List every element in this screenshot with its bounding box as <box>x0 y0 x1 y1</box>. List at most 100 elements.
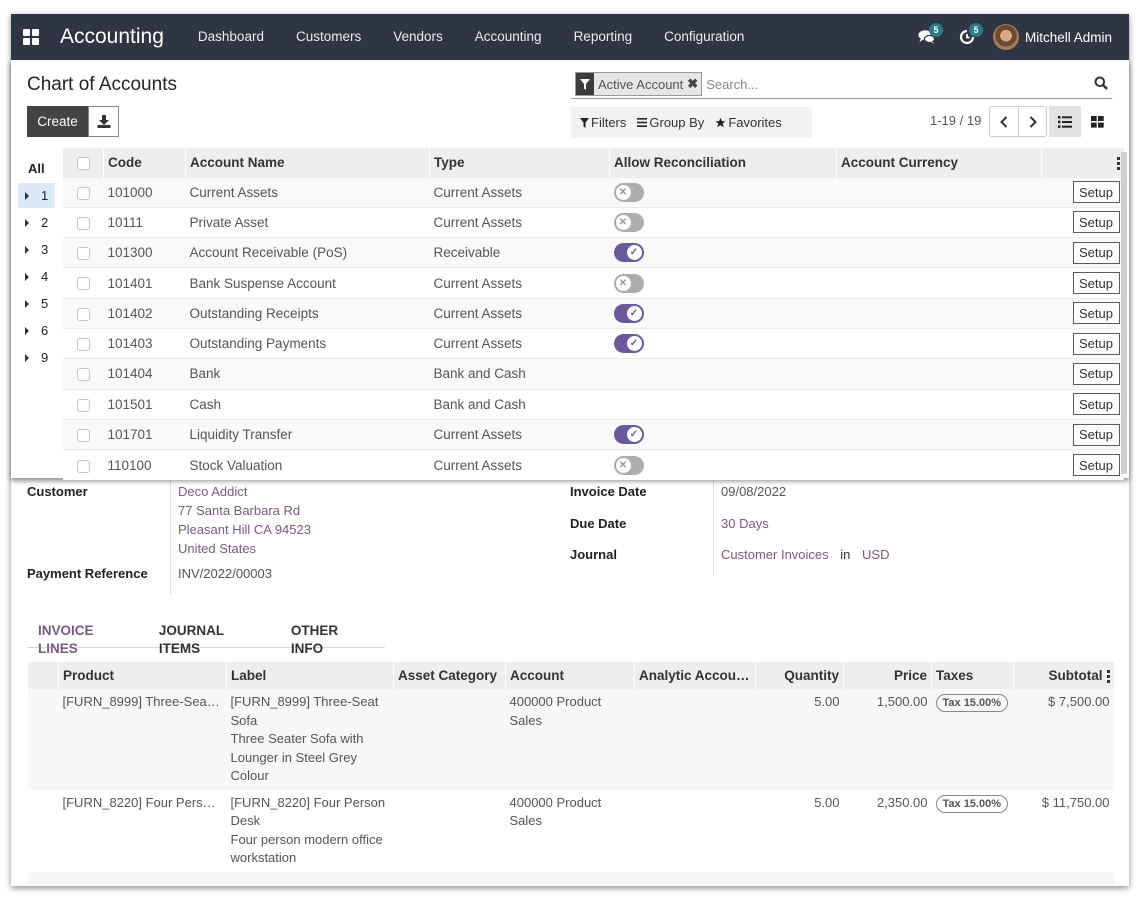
reconcile-toggle[interactable]: ✕ <box>613 455 644 475</box>
invoice-line-row[interactable]: [FURN_8999] Three-Seat ... [FURN_8999] Th… <box>27 689 1114 790</box>
account-row[interactable]: 101402 Outstanding Receipts Current Assets… <box>62 297 1124 329</box>
setup-button[interactable]: Setup <box>1072 423 1120 446</box>
setup-button[interactable]: Setup <box>1072 362 1120 385</box>
invoice-date-value[interactable]: 09/08/2022 <box>721 484 786 499</box>
filter-icon <box>580 117 589 128</box>
pager-value[interactable]: 1-19 / 19 <box>930 113 981 128</box>
tab-journal-items[interactable]: JOURNAL ITEMS <box>148 622 280 656</box>
favorites-dropdown[interactable]: Favorites <box>715 115 782 130</box>
customer-name-link[interactable]: Deco Addict <box>178 482 311 501</box>
row-checkbox[interactable] <box>76 307 90 321</box>
row-checkbox[interactable] <box>76 216 90 230</box>
remove-facet-icon[interactable]: ✖ <box>687 73 701 95</box>
customer-field[interactable]: Deco Addict 77 Santa Barbara Rd Pleasant… <box>178 482 311 558</box>
row-checkbox[interactable] <box>76 277 90 291</box>
journal-link[interactable]: Customer Invoices <box>721 547 829 562</box>
account-row[interactable]: 101404 Bank Bank and Cash Setup <box>62 358 1124 390</box>
row-checkbox[interactable] <box>76 459 90 473</box>
menu-vendors[interactable]: Vendors <box>377 14 459 60</box>
pager-next-button[interactable] <box>1018 107 1046 136</box>
setup-button[interactable]: Setup <box>1072 241 1120 264</box>
apps-menu-button[interactable] <box>13 14 49 60</box>
side-panel-group-2[interactable]: 2 <box>18 210 55 235</box>
row-checkbox[interactable] <box>76 247 90 261</box>
export-button[interactable] <box>88 106 119 137</box>
search-icon[interactable] <box>1094 76 1108 93</box>
reconcile-toggle[interactable]: ✕ <box>613 273 644 293</box>
tab-other-info[interactable]: OTHER INFO <box>280 622 385 656</box>
search-input[interactable] <box>706 76 1007 92</box>
column-account-name[interactable]: Account Name <box>185 148 430 177</box>
account-row[interactable]: 101501 Cash Bank and Cash Setup <box>62 388 1124 420</box>
group-by-dropdown[interactable]: Group By <box>637 115 704 130</box>
reconcile-toggle[interactable]: ✕ <box>613 212 644 232</box>
invoice-line-row[interactable]: [FURN_8220] Four Person... [FURN_8220] Fo… <box>27 789 1114 872</box>
messaging-button[interactable]: 5 <box>907 14 947 60</box>
create-button[interactable]: Create <box>27 106 88 137</box>
setup-button[interactable]: Setup <box>1072 393 1120 416</box>
account-row[interactable]: 10111 Private Asset Current Assets ✕ Setup <box>62 206 1124 238</box>
row-checkbox[interactable] <box>76 338 90 352</box>
group-label: 2 <box>41 215 49 230</box>
side-panel-group-9[interactable]: 9 <box>18 345 55 370</box>
side-panel-all[interactable]: All <box>28 161 45 176</box>
journal-label: Journal <box>570 547 617 562</box>
account-row[interactable]: 101701 Liquidity Transfer Current Assets ✓ S… <box>62 418 1124 450</box>
menu-accounting[interactable]: Accounting <box>459 14 558 60</box>
setup-button[interactable]: Setup <box>1072 332 1120 355</box>
tab-invoice-lines[interactable]: INVOICE LINES <box>27 622 148 656</box>
app-brand[interactable]: Accounting <box>60 25 164 49</box>
row-checkbox[interactable] <box>76 428 90 442</box>
reconcile-toggle[interactable]: ✓ <box>613 334 644 354</box>
user-menu[interactable]: Mitchell Admin <box>992 24 1112 50</box>
side-panel-group-1[interactable]: 1 <box>18 183 55 208</box>
account-row[interactable]: 101403 Outstanding Payments Current Assets… <box>62 327 1124 359</box>
reconcile-toggle[interactable]: ✕ <box>613 182 644 202</box>
menu-reporting[interactable]: Reporting <box>558 14 649 60</box>
row-checkbox[interactable] <box>76 368 90 382</box>
account-row[interactable]: 101401 Bank Suspense Account Current Asset… <box>62 267 1124 299</box>
side-panel-group-4[interactable]: 4 <box>18 264 55 289</box>
select-all-checkbox[interactable] <box>76 156 90 170</box>
activities-button[interactable]: 5 <box>947 14 987 60</box>
kanban-view-button[interactable] <box>1081 106 1113 137</box>
setup-button[interactable]: Setup <box>1072 181 1120 204</box>
side-panel-group-5[interactable]: 5 <box>18 291 55 316</box>
kebab-icon[interactable] <box>1106 669 1110 683</box>
currency-link[interactable]: USD <box>862 547 889 562</box>
list-scrollbar[interactable] <box>1121 152 1127 474</box>
menu-dashboard[interactable]: Dashboard <box>182 14 280 60</box>
reconcile-toggle[interactable]: ✓ <box>613 303 644 323</box>
setup-button[interactable]: Setup <box>1072 272 1120 295</box>
account-name: Bank Suspense Account <box>185 267 430 299</box>
setup-button[interactable]: Setup <box>1072 302 1120 325</box>
account-row[interactable]: 101300 Account Receivable (PoS) Receivable… <box>62 237 1124 268</box>
group-label: 9 <box>41 350 49 365</box>
customer-address-line: 77 Santa Barbara Rd <box>178 503 301 518</box>
row-checkbox[interactable] <box>76 398 90 412</box>
filters-dropdown[interactable]: Filters <box>580 115 626 130</box>
column-allow-reconciliation[interactable]: Allow Reconciliation <box>609 148 837 177</box>
reconcile-toggle[interactable]: ✓ <box>613 243 644 263</box>
menu-customers[interactable]: Customers <box>280 14 377 60</box>
reconcile-toggle[interactable]: ✓ <box>613 425 644 445</box>
account-row[interactable]: 110100 Stock Valuation Current Assets ✕ Setu… <box>62 449 1124 480</box>
column-code[interactable]: Code <box>103 148 186 177</box>
column-account-currency[interactable]: Account Currency <box>836 148 1042 177</box>
scrollbar-thumb[interactable] <box>1121 152 1127 474</box>
account-row[interactable]: 101000 Current Assets Current Assets ✕ Setup <box>62 176 1124 208</box>
side-panel-group-6[interactable]: 6 <box>18 318 55 343</box>
account-type: Bank and Cash <box>429 358 610 390</box>
list-view-button[interactable] <box>1049 106 1081 137</box>
setup-button[interactable]: Setup <box>1072 454 1120 477</box>
setup-button[interactable]: Setup <box>1072 211 1120 234</box>
due-date-value[interactable]: 30 Days <box>721 516 769 531</box>
column-type[interactable]: Type <box>429 148 610 177</box>
menu-configuration[interactable]: Configuration <box>648 14 760 60</box>
payment-reference-value[interactable]: INV/2022/00003 <box>178 566 272 581</box>
label-line: Colour <box>230 768 269 783</box>
pager-previous-button[interactable] <box>990 107 1018 136</box>
optional-columns-toggle[interactable] <box>1041 148 1124 177</box>
side-panel-group-3[interactable]: 3 <box>18 237 55 262</box>
row-checkbox[interactable] <box>76 186 90 200</box>
